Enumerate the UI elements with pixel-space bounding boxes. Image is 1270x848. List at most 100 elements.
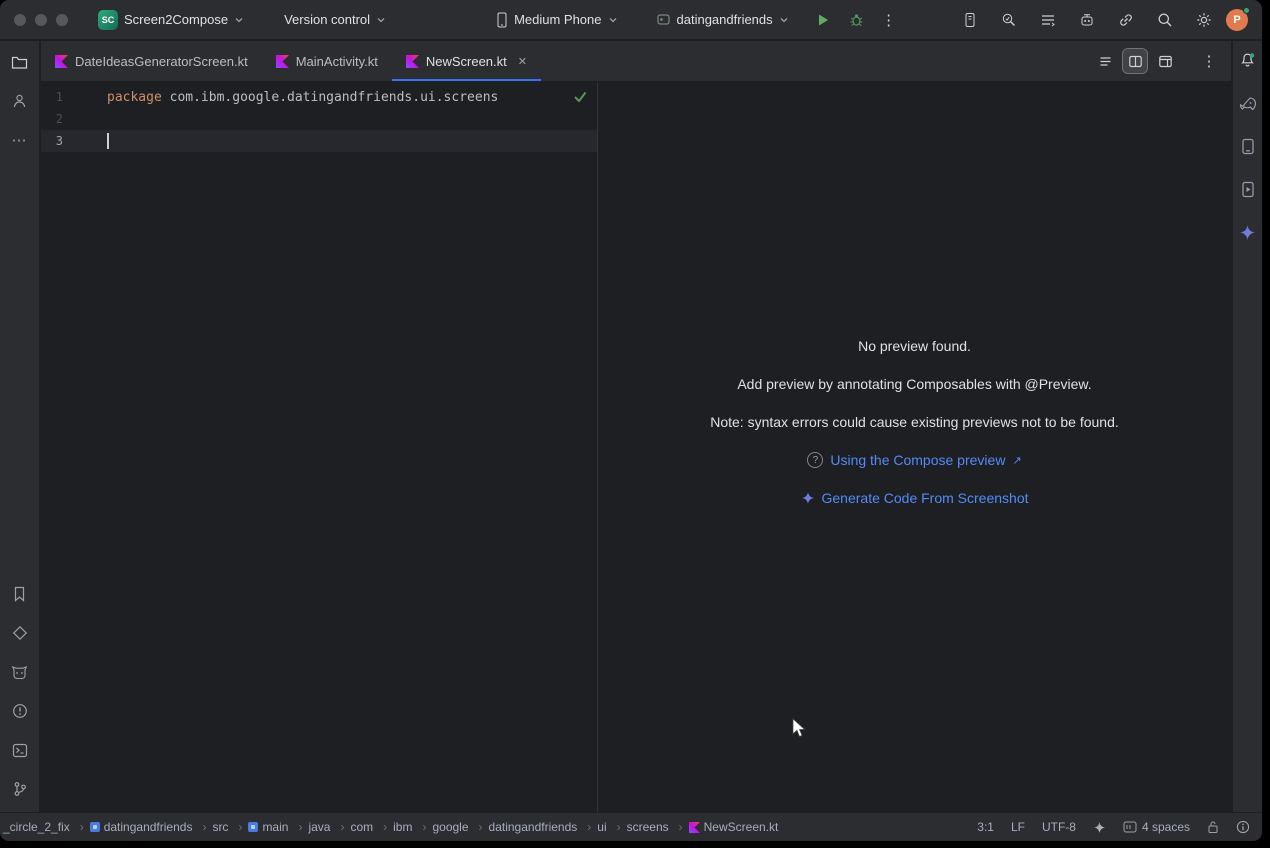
line-number: 3 bbox=[41, 134, 81, 148]
chevron-down-icon bbox=[234, 15, 244, 25]
breadcrumb-item[interactable]: src bbox=[212, 820, 248, 834]
minimize-window-button[interactable] bbox=[35, 14, 47, 26]
window-controls bbox=[0, 14, 80, 26]
generate-code-from-screenshot-link[interactable]: Generate Code From Screenshot bbox=[822, 490, 1029, 506]
breadcrumb-item[interactable]: com bbox=[350, 820, 393, 834]
run-configuration-selector[interactable]: datingandfriends bbox=[650, 8, 795, 31]
project-folder-icon[interactable] bbox=[7, 49, 33, 75]
link-icon[interactable] bbox=[1112, 6, 1140, 34]
breadcrumb-item[interactable]: datingandfriends bbox=[489, 820, 598, 834]
debug-button[interactable] bbox=[843, 6, 871, 34]
file-encoding[interactable]: UTF-8 bbox=[1042, 820, 1076, 834]
device-mirroring-icon[interactable] bbox=[956, 6, 984, 34]
running-devices-icon[interactable] bbox=[1235, 176, 1261, 202]
gradle-icon[interactable] bbox=[1235, 90, 1261, 116]
git-branch-icon[interactable] bbox=[7, 776, 33, 802]
code-line-current: 3 bbox=[41, 130, 597, 152]
chevron-down-icon bbox=[779, 15, 789, 25]
status-bar: _circle_2_fix datingandfriends src main … bbox=[0, 812, 1262, 841]
device-selector-label: Medium Phone bbox=[514, 12, 601, 27]
compose-preview-docs-link[interactable]: Using the Compose preview bbox=[830, 452, 1005, 468]
external-link-icon: ↗ bbox=[1012, 454, 1021, 467]
breadcrumb-item[interactable]: screens bbox=[627, 820, 689, 834]
people-icon[interactable] bbox=[7, 88, 33, 114]
breadcrumb: _circle_2_fix datingandfriends src main … bbox=[3, 820, 778, 834]
code-keyword: package bbox=[107, 90, 162, 105]
code-text: com.ibm.google.datingandfriends.ui.scree… bbox=[162, 90, 499, 105]
breadcrumb-item[interactable]: google bbox=[432, 820, 488, 834]
kotlin-file-icon bbox=[55, 55, 68, 68]
breadcrumb-item-file[interactable]: NewScreen.kt bbox=[689, 820, 779, 834]
logcat-icon[interactable] bbox=[7, 659, 33, 685]
breadcrumb-item[interactable]: ibm bbox=[393, 820, 432, 834]
breadcrumb-item[interactable]: datingandfriends bbox=[90, 820, 213, 834]
titlebar: SC Screen2Compose Version control Medium… bbox=[0, 0, 1262, 40]
breadcrumb-item[interactable]: main bbox=[248, 820, 308, 834]
module-icon bbox=[90, 822, 100, 832]
bookmarks-icon[interactable] bbox=[7, 581, 33, 607]
help-icon: ? bbox=[807, 452, 823, 468]
tab-mainactivity[interactable]: MainActivity.kt bbox=[262, 41, 392, 81]
caret-position[interactable]: 3:1 bbox=[977, 820, 994, 834]
chevron-down-icon bbox=[608, 15, 618, 25]
gemini-icon[interactable] bbox=[1235, 219, 1261, 245]
status-dot bbox=[1243, 7, 1250, 14]
run-config-app-icon bbox=[656, 12, 671, 27]
list-icon[interactable] bbox=[1034, 6, 1062, 34]
tab-newscreen[interactable]: NewScreen.kt ✕ bbox=[392, 41, 541, 81]
settings-gear-icon[interactable] bbox=[1190, 6, 1218, 34]
project-icon: SC bbox=[98, 10, 118, 30]
indent-setting[interactable]: 4 spaces bbox=[1123, 820, 1190, 834]
kotlin-file-icon bbox=[406, 55, 419, 68]
run-config-label: datingandfriends bbox=[677, 12, 773, 27]
line-separator[interactable]: LF bbox=[1011, 820, 1025, 834]
more-tool-windows-icon[interactable]: ⋯ bbox=[7, 127, 33, 153]
editor-tab-bar: DateIdeasGeneratorScreen.kt MainActivity… bbox=[41, 41, 1231, 82]
editor-options-icon[interactable]: ⋮ bbox=[1197, 49, 1221, 73]
tab-dateideasgeneratorscreen[interactable]: DateIdeasGeneratorScreen.kt bbox=[41, 41, 262, 81]
project-widget[interactable]: SC Screen2Compose bbox=[92, 6, 250, 34]
breadcrumb-item[interactable]: _circle_2_fix bbox=[3, 820, 90, 834]
version-control-widget[interactable]: Version control bbox=[278, 8, 392, 31]
notifications-bell-icon[interactable] bbox=[1235, 47, 1261, 73]
ai-assistant-icon[interactable] bbox=[1073, 6, 1101, 34]
chevron-down-icon bbox=[376, 15, 386, 25]
line-number: 1 bbox=[41, 90, 81, 104]
text-caret bbox=[107, 133, 109, 149]
view-code-button[interactable] bbox=[1093, 49, 1117, 73]
code-line: 1 package com.ibm.google.datingandfriend… bbox=[41, 86, 597, 108]
tab-label: DateIdeasGeneratorScreen.kt bbox=[75, 54, 248, 69]
line-number: 2 bbox=[41, 112, 81, 126]
code-editor[interactable]: 1 package com.ibm.google.datingandfriend… bbox=[41, 83, 597, 812]
breadcrumb-item[interactable]: java bbox=[308, 820, 350, 834]
indent-icon bbox=[1123, 821, 1137, 833]
phone-icon bbox=[496, 12, 508, 28]
zoom-window-button[interactable] bbox=[56, 14, 68, 26]
breadcrumb-item[interactable]: ui bbox=[597, 820, 626, 834]
terminal-icon[interactable] bbox=[7, 737, 33, 763]
close-window-button[interactable] bbox=[14, 14, 26, 26]
info-icon[interactable] bbox=[1236, 820, 1250, 834]
gemini-status-icon[interactable] bbox=[1093, 821, 1106, 834]
view-split-button[interactable] bbox=[1123, 49, 1147, 73]
view-design-button[interactable] bbox=[1153, 49, 1177, 73]
tab-label: MainActivity.kt bbox=[296, 54, 378, 69]
gemini-sparkle-icon bbox=[801, 491, 815, 505]
resource-manager-icon[interactable] bbox=[7, 620, 33, 646]
more-run-options-icon[interactable]: ⋮ bbox=[875, 6, 903, 34]
file-lock-icon[interactable] bbox=[1207, 820, 1219, 834]
version-control-label: Version control bbox=[284, 12, 370, 27]
close-tab-icon[interactable]: ✕ bbox=[518, 55, 527, 68]
run-button[interactable] bbox=[809, 6, 837, 34]
preview-message-note: Note: syntax errors could cause existing… bbox=[598, 414, 1231, 430]
inspections-ok-icon[interactable] bbox=[573, 90, 587, 103]
device-explorer-icon[interactable] bbox=[1235, 133, 1261, 159]
compose-preview-panel: No preview found. Add preview by annotat… bbox=[597, 83, 1231, 812]
search-everywhere-icon[interactable] bbox=[1151, 6, 1179, 34]
problems-icon[interactable] bbox=[7, 698, 33, 724]
kotlin-file-icon bbox=[276, 55, 289, 68]
search-edit-icon[interactable] bbox=[995, 6, 1023, 34]
code-line: 2 bbox=[41, 108, 597, 130]
user-avatar[interactable]: P bbox=[1226, 9, 1248, 31]
device-selector[interactable]: Medium Phone bbox=[490, 8, 623, 32]
